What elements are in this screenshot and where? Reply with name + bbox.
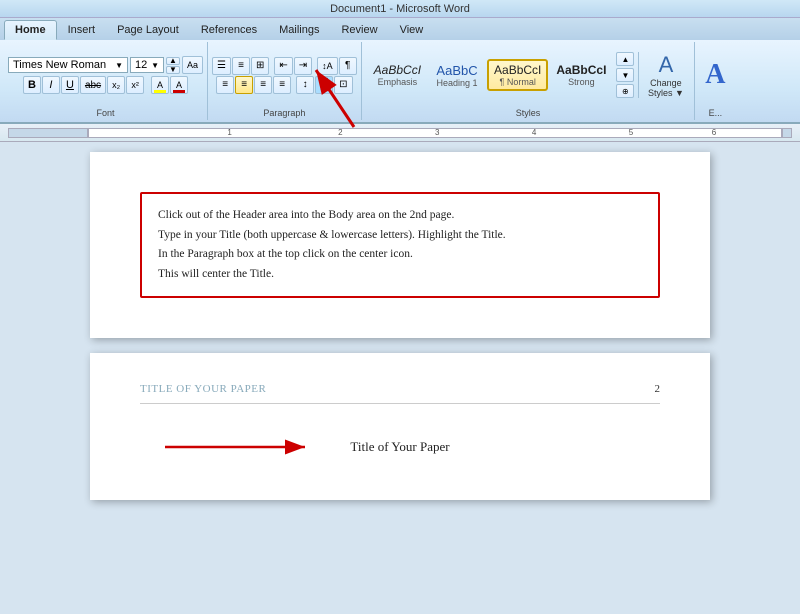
ribbon-body: Times New Roman ▼ 12 ▼ ▲ ▼ Aa B I bbox=[0, 40, 800, 122]
font-selector-row: Times New Roman ▼ 12 ▼ ▲ ▼ Aa bbox=[8, 56, 203, 74]
instruction-line-2: Type in your Title (both uppercase & low… bbox=[158, 226, 642, 246]
style-normal-btn[interactable]: AaBbCcI ¶ Normal bbox=[487, 59, 548, 91]
font-group: Times New Roman ▼ 12 ▼ ▲ ▼ Aa B I bbox=[4, 42, 208, 120]
tab-view[interactable]: View bbox=[389, 20, 435, 40]
change-styles-btn[interactable]: A Change Styles ▼ bbox=[643, 50, 688, 100]
paragraph-group: ☰ ≡ ⊞ ⇤ ⇥ ↕A ¶ ≡ ≡ bbox=[208, 42, 362, 120]
title-bar-text: Document1 - Microsoft Word bbox=[330, 3, 470, 15]
decrease-indent-btn[interactable]: ⇤ bbox=[274, 57, 292, 75]
shading-btn[interactable]: █ bbox=[315, 76, 333, 94]
font-name-arrow[interactable]: ▼ bbox=[115, 61, 123, 70]
subscript-btn[interactable]: x₂ bbox=[107, 76, 125, 94]
style-heading1-label: Heading 1 bbox=[435, 78, 479, 88]
instruction-box: Click out of the Header area into the Bo… bbox=[140, 192, 660, 298]
styles-buttons-row: AaBbCcI Emphasis AaBbC Heading 1 AaBbCcI… bbox=[366, 48, 691, 102]
para-align-row: ≡ ≡ ≡ ≡ ↕ █ ⊡ bbox=[216, 76, 352, 94]
page2-title-arrow bbox=[160, 432, 320, 462]
instruction-line-3: In the Paragraph box at the top click on… bbox=[158, 245, 642, 265]
multilevel-list-btn[interactable]: ⊞ bbox=[251, 57, 269, 75]
styles-group-label: Styles bbox=[516, 106, 541, 118]
bullet-list-btn[interactable]: ☰ bbox=[212, 57, 231, 75]
font-color-btn[interactable]: A bbox=[170, 76, 188, 94]
style-heading1-sample: AaBbC bbox=[435, 63, 479, 78]
styles-divider bbox=[638, 52, 639, 98]
extra-group: A E... bbox=[695, 42, 735, 120]
underline-btn[interactable]: U bbox=[61, 76, 79, 94]
style-emphasis-label: Emphasis bbox=[374, 77, 421, 87]
style-normal-label: ¶ Normal bbox=[494, 77, 541, 87]
italic-btn[interactable]: I bbox=[42, 76, 60, 94]
styles-expand[interactable]: ⊕ bbox=[616, 84, 634, 98]
page2-title-container: Title of Your Paper bbox=[140, 424, 660, 470]
style-emphasis-sample: AaBbCcI bbox=[374, 63, 421, 77]
superscript-btn[interactable]: x² bbox=[126, 76, 144, 94]
extra-big-btn[interactable]: A bbox=[700, 46, 730, 104]
font-size-dropdown[interactable]: 12 ▼ bbox=[130, 57, 164, 73]
strikethrough-btn[interactable]: abc bbox=[80, 76, 106, 94]
instruction-line-4: This will center the Title. bbox=[158, 265, 642, 285]
doc-area: Click out of the Header area into the Bo… bbox=[0, 142, 800, 614]
instruction-line-1: Click out of the Header area into the Bo… bbox=[158, 206, 642, 226]
style-heading1-btn[interactable]: AaBbC Heading 1 bbox=[429, 60, 485, 91]
font-name-dropdown[interactable]: Times New Roman ▼ bbox=[8, 57, 128, 73]
tab-insert[interactable]: Insert bbox=[57, 20, 107, 40]
change-styles-icon: A bbox=[659, 52, 674, 78]
border-btn[interactable]: ⊡ bbox=[334, 76, 352, 94]
font-group-label: Font bbox=[97, 106, 115, 118]
paragraph-group-label: Paragraph bbox=[263, 106, 305, 118]
font-grow-btn[interactable]: ▲ bbox=[166, 57, 180, 65]
font-size-text: 12 bbox=[135, 59, 147, 71]
style-strong-label: Strong bbox=[556, 77, 606, 87]
font-size-arrow[interactable]: ▼ bbox=[151, 61, 159, 70]
styles-scroll-up[interactable]: ▲ bbox=[616, 52, 634, 66]
number-list-btn[interactable]: ≡ bbox=[232, 57, 250, 75]
extra-group-label: E... bbox=[709, 106, 723, 118]
style-strong-sample: AaBbCcI bbox=[556, 63, 606, 77]
page-1: Click out of the Header area into the Bo… bbox=[90, 152, 710, 338]
ribbon: Home Insert Page Layout References Maili… bbox=[0, 18, 800, 124]
tab-home[interactable]: Home bbox=[4, 20, 57, 40]
styles-scroll-down[interactable]: ▼ bbox=[616, 68, 634, 82]
line-spacing-btn[interactable]: ↕ bbox=[296, 76, 314, 94]
title-bar: Document1 - Microsoft Word bbox=[0, 0, 800, 18]
align-right-btn[interactable]: ≡ bbox=[254, 76, 272, 94]
font-name-text: Times New Roman bbox=[13, 59, 106, 71]
align-center-btn[interactable]: ≡ bbox=[235, 76, 253, 94]
font-group-content: Times New Roman ▼ 12 ▼ ▲ ▼ Aa B I bbox=[8, 44, 203, 106]
style-emphasis-btn[interactable]: AaBbCcI Emphasis bbox=[368, 60, 427, 90]
font-format-row: B I U abc x₂ x² A A bbox=[23, 76, 188, 94]
text-highlight-btn[interactable]: A bbox=[151, 76, 169, 94]
tab-page-layout[interactable]: Page Layout bbox=[106, 20, 190, 40]
tab-references[interactable]: References bbox=[190, 20, 268, 40]
change-styles-label: Change Styles ▼ bbox=[648, 78, 684, 98]
styles-group: AaBbCcI Emphasis AaBbC Heading 1 AaBbCcI… bbox=[362, 42, 696, 120]
style-normal-sample: AaBbCcI bbox=[494, 63, 541, 77]
increase-indent-btn[interactable]: ⇥ bbox=[294, 57, 312, 75]
page2-header-text: TITLE OF YOUR PAPER bbox=[140, 383, 266, 395]
tab-row: Home Insert Page Layout References Maili… bbox=[0, 18, 800, 40]
page2-title-text: Title of Your Paper bbox=[350, 439, 449, 454]
font-shrink-btn[interactable]: ▼ bbox=[166, 66, 180, 74]
bold-btn[interactable]: B bbox=[23, 76, 41, 94]
para-top-row: ☰ ≡ ⊞ ⇤ ⇥ ↕A ¶ bbox=[212, 57, 357, 75]
styles-group-content: AaBbCcI Emphasis AaBbC Heading 1 AaBbCcI… bbox=[366, 44, 691, 106]
page-2: TITLE OF YOUR PAPER 2 Title of Your Pape… bbox=[90, 353, 710, 500]
paragraph-group-content: ☰ ≡ ⊞ ⇤ ⇥ ↕A ¶ ≡ ≡ bbox=[212, 44, 357, 106]
ruler: 1 2 3 4 5 6 bbox=[0, 124, 800, 142]
para-marks-btn[interactable]: ¶ bbox=[339, 57, 357, 75]
align-left-btn[interactable]: ≡ bbox=[216, 76, 234, 94]
extra-group-content: A bbox=[700, 44, 730, 106]
ruler-track: 1 2 3 4 5 6 bbox=[88, 128, 782, 138]
sort-btn[interactable]: ↕A bbox=[317, 57, 338, 75]
tab-review[interactable]: Review bbox=[330, 20, 388, 40]
clear-format-btn[interactable]: Aa bbox=[182, 56, 203, 74]
page2-header: TITLE OF YOUR PAPER 2 bbox=[140, 383, 660, 404]
page2-number: 2 bbox=[655, 383, 661, 395]
justify-btn[interactable]: ≡ bbox=[273, 76, 291, 94]
style-strong-btn[interactable]: AaBbCcI Strong bbox=[550, 60, 612, 90]
tab-mailings[interactable]: Mailings bbox=[268, 20, 330, 40]
